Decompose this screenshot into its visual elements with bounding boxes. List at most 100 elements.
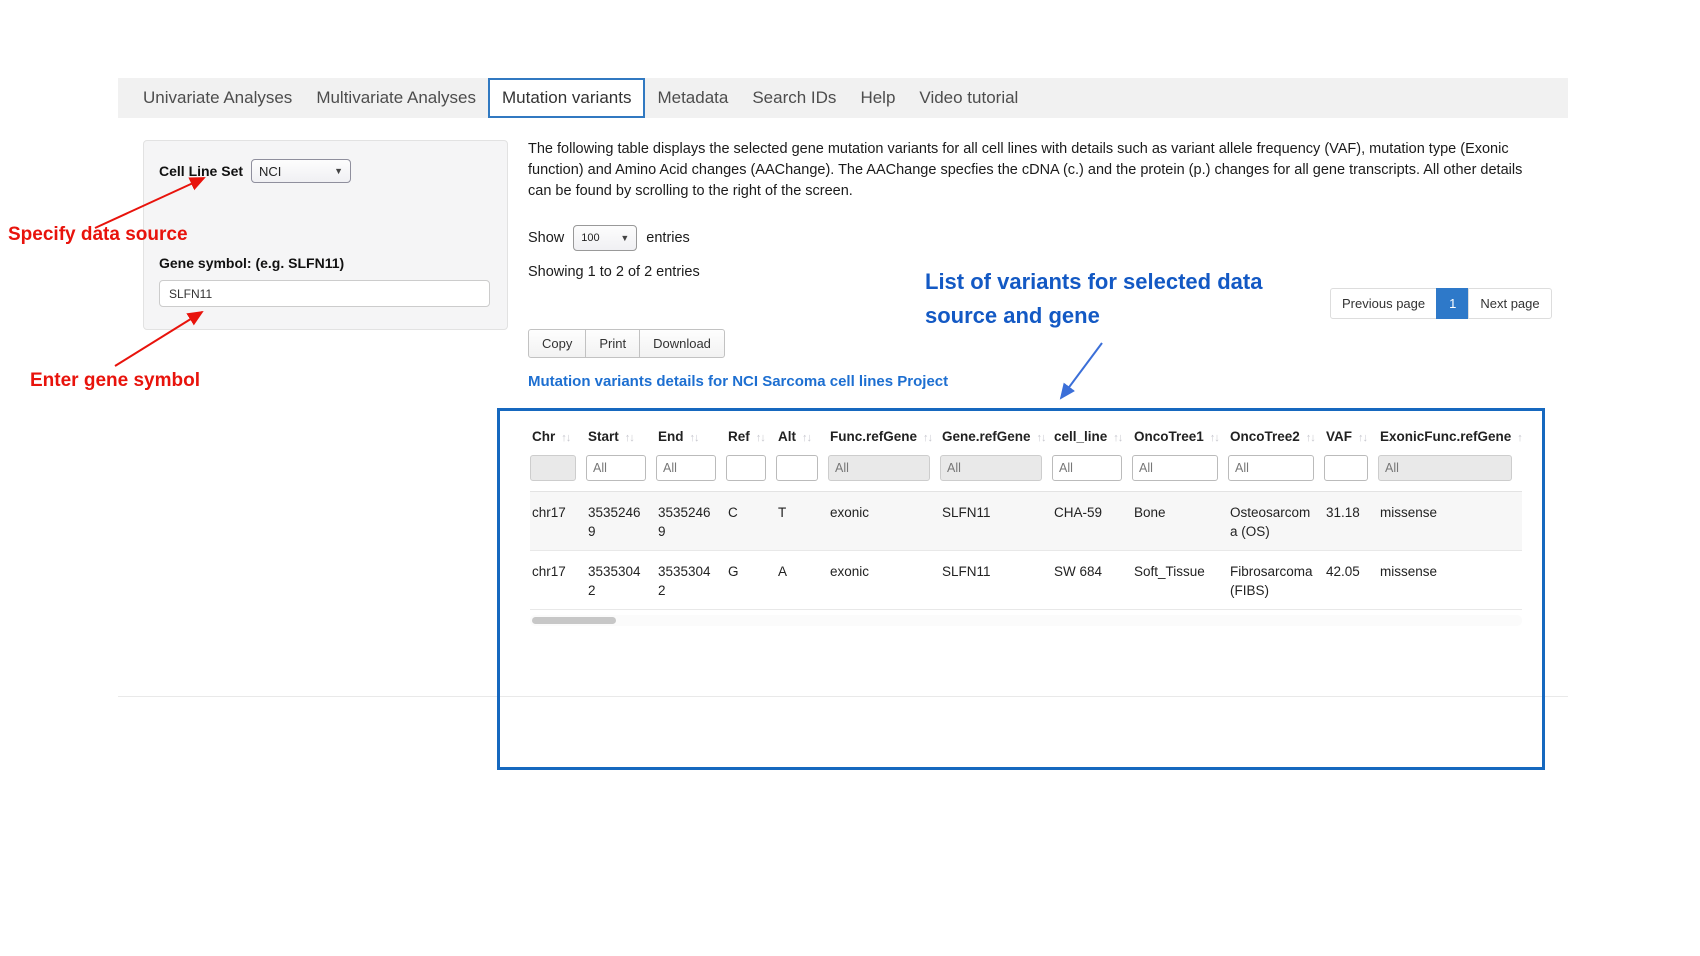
entries-label: entries — [646, 230, 690, 246]
column-label: OncoTree2 — [1230, 429, 1300, 444]
cell-line-set-label: Cell Line Set — [159, 163, 243, 179]
table-row[interactable]: chr173535246935352469CTexonicSLFN11CHA-5… — [530, 492, 1522, 551]
sort-icon[interactable]: ↑↓ — [923, 432, 932, 444]
table-cell: 35352469 — [656, 492, 726, 551]
input-panel: Cell Line Set NCI ▼ Gene symbol: (e.g. S… — [143, 140, 508, 330]
annotation-list-of-variants: List of variants for selected data sourc… — [925, 265, 1340, 333]
main-navbar: Univariate AnalysesMultivariate Analyses… — [118, 78, 1568, 118]
column-header-gene-refgene[interactable]: Gene.refGene ↑↓ — [940, 419, 1052, 453]
sort-icon[interactable]: ↑↓ — [690, 432, 699, 444]
tab-description: The following table displays the selecte… — [528, 139, 1523, 202]
table-cell: SW 684 — [1052, 551, 1132, 610]
gene-symbol-input[interactable] — [159, 280, 490, 307]
table-cell: SLFN11 — [940, 551, 1052, 610]
column-label: Chr — [532, 429, 555, 444]
filter-vaf[interactable] — [1324, 455, 1368, 481]
table-horizontal-scrollbar[interactable] — [530, 615, 1522, 626]
column-header-func-refgene[interactable]: Func.refGene↑↓ — [828, 419, 940, 453]
sort-icon[interactable]: ↑↓ — [1358, 432, 1367, 444]
column-label: cell_line — [1054, 429, 1107, 444]
column-header-ref[interactable]: Ref↑↓ — [726, 419, 776, 453]
table-cell: missense — [1378, 551, 1522, 610]
column-header-oncotree2[interactable]: OncoTree2 ↑↓ — [1228, 419, 1324, 453]
sort-icon[interactable]: ↑↓ — [802, 432, 811, 444]
filter-alt[interactable] — [776, 455, 818, 481]
sort-icon[interactable]: ↑↓ — [1210, 432, 1219, 444]
column-header-start[interactable]: Start ↑↓ — [586, 419, 656, 453]
filter-oncotree2[interactable] — [1228, 455, 1314, 481]
sort-icon[interactable]: ↑↓ — [561, 432, 570, 444]
table-cell: Soft_Tissue — [1132, 551, 1228, 610]
column-header-vaf[interactable]: VAF ↑↓ — [1324, 419, 1378, 453]
table-cell: A — [776, 551, 828, 610]
filter-oncotree1[interactable] — [1132, 455, 1218, 481]
annotation-specify-data-source: Specify data source — [8, 224, 188, 246]
table-cell: 31.18 — [1324, 492, 1378, 551]
column-header-alt[interactable]: Alt↑↓ — [776, 419, 828, 453]
filter-ref[interactable] — [726, 455, 766, 481]
arrow-to-table — [1061, 343, 1102, 398]
filter-exonicfunc-refgene[interactable] — [1378, 455, 1512, 481]
table-cell: 35352469 — [586, 492, 656, 551]
print-button[interactable]: Print — [585, 329, 640, 358]
show-label: Show — [528, 230, 564, 246]
sort-icon[interactable]: ↑↓ — [1037, 432, 1046, 444]
page-length-control: Show 100 ▼ entries — [528, 225, 690, 251]
table-cell: chr17 — [530, 492, 586, 551]
table-cell: exonic — [828, 492, 940, 551]
sort-icon[interactable]: ↑↓ — [756, 432, 765, 444]
variants-table-highlight-box: Chr↑↓Start↑↓End↑↓Ref↑↓Alt↑↓Func.refGene↑… — [497, 408, 1545, 770]
filter-end[interactable] — [656, 455, 716, 481]
filter-func-refgene[interactable] — [828, 455, 930, 481]
table-cell: SLFN11 — [940, 492, 1052, 551]
table-cell: 42.05 — [1324, 551, 1378, 610]
column-header-cell-line[interactable]: cell_line ↑↓ — [1052, 419, 1132, 453]
download-button[interactable]: Download — [639, 329, 725, 358]
gene-symbol-label: Gene symbol: (e.g. SLFN11) — [159, 255, 492, 271]
page-length-select[interactable]: 100 ▼ — [573, 225, 637, 251]
tab-video-tutorial[interactable]: Video tutorial — [907, 78, 1030, 118]
filter-cell-line[interactable] — [1052, 455, 1122, 481]
sort-icon[interactable]: ↑↓ — [1517, 432, 1522, 444]
next-page-button[interactable]: Next page — [1468, 288, 1551, 319]
sort-icon[interactable]: ↑↓ — [1113, 432, 1122, 444]
table-cell: Osteosarcoma (OS) — [1228, 492, 1324, 551]
table-filter-row — [530, 453, 1522, 492]
table-cell: missense — [1378, 492, 1522, 551]
table-cell: 35353042 — [586, 551, 656, 610]
table-cell: G — [726, 551, 776, 610]
table-cell: C — [726, 492, 776, 551]
previous-page-button[interactable]: Previous page — [1330, 288, 1437, 319]
filter-gene-refgene[interactable] — [940, 455, 1042, 481]
annotation-enter-gene-symbol: Enter gene symbol — [30, 370, 200, 392]
tab-search-ids[interactable]: Search IDs — [740, 78, 848, 118]
tab-univariate-analyses[interactable]: Univariate Analyses — [131, 78, 304, 118]
copy-button[interactable]: Copy — [528, 329, 586, 358]
export-buttons: Copy Print Download — [528, 329, 725, 358]
scrollbar-thumb[interactable] — [532, 617, 616, 624]
table-cell: exonic — [828, 551, 940, 610]
tab-multivariate-analyses[interactable]: Multivariate Analyses — [304, 78, 488, 118]
nav-tabs: Univariate AnalysesMultivariate Analyses… — [131, 78, 1030, 118]
column-label: Gene.refGene — [942, 429, 1031, 444]
page-number-button[interactable]: 1 — [1436, 288, 1469, 319]
filter-start[interactable] — [586, 455, 646, 481]
table-title-link[interactable]: Mutation variants details for NCI Sarcom… — [528, 373, 948, 390]
sort-icon[interactable]: ↑↓ — [1306, 432, 1315, 444]
column-header-exonicfunc-refgene[interactable]: ExonicFunc.refGene↑↓ — [1378, 419, 1522, 453]
cell-line-set-select[interactable]: NCI ▼ — [251, 159, 351, 183]
column-label: OncoTree1 — [1134, 429, 1204, 444]
sort-icon[interactable]: ↑↓ — [625, 432, 634, 444]
page-length-value: 100 — [581, 232, 599, 244]
column-label: VAF — [1326, 429, 1352, 444]
tab-mutation-variants[interactable]: Mutation variants — [488, 78, 645, 118]
filter-chr[interactable] — [530, 455, 576, 481]
column-label: Start — [588, 429, 619, 444]
column-header-chr[interactable]: Chr ↑↓ — [530, 419, 586, 453]
table-row[interactable]: chr173535304235353042GAexonicSLFN11SW 68… — [530, 551, 1522, 610]
column-header-end[interactable]: End↑↓ — [656, 419, 726, 453]
tab-help[interactable]: Help — [848, 78, 907, 118]
tab-metadata[interactable]: Metadata — [645, 78, 740, 118]
table-cell: CHA-59 — [1052, 492, 1132, 551]
column-header-oncotree1[interactable]: OncoTree1 ↑↓ — [1132, 419, 1228, 453]
